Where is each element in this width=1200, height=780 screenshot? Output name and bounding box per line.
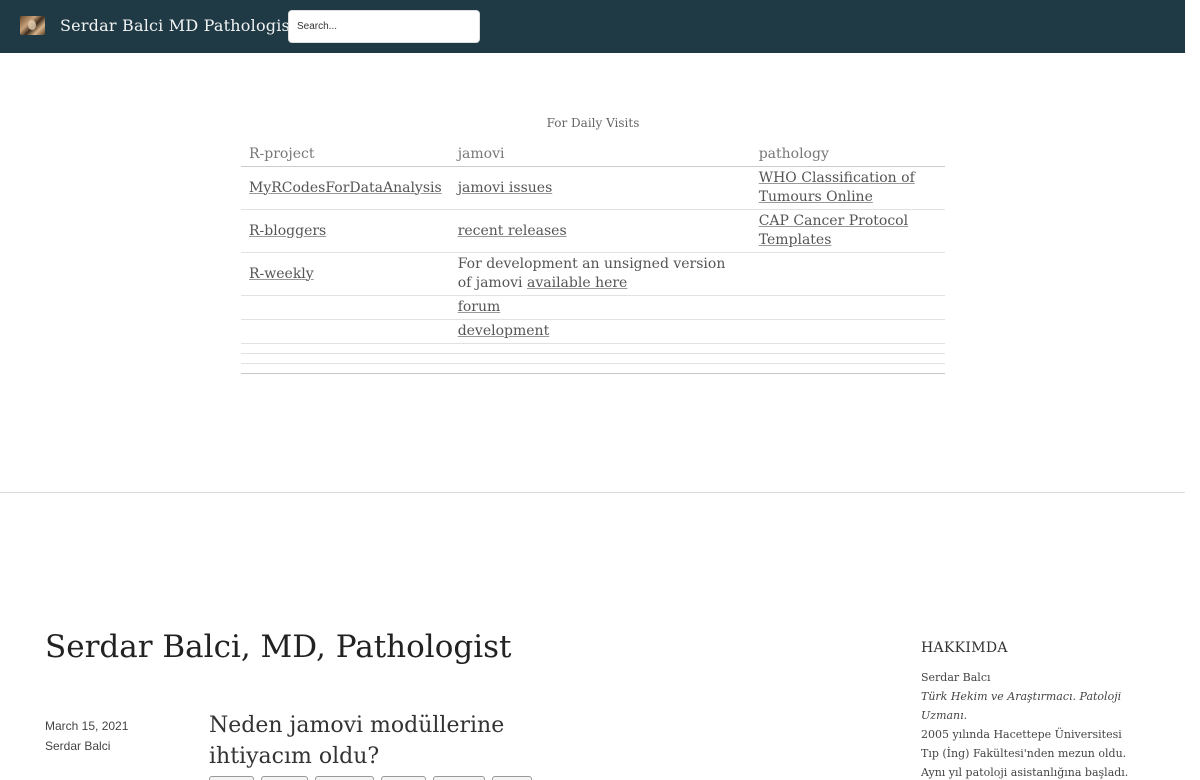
daily-visits-caption: For Daily Visits xyxy=(546,116,640,130)
post-tag[interactable] xyxy=(315,776,374,780)
post-author[interactable]: Serdar Balci xyxy=(45,739,110,753)
table-row: R-bloggers recent releases CAP Cancer Pr… xyxy=(241,209,945,253)
empty-cell xyxy=(750,295,945,320)
about-tagline: Türk Hekim ve Araştırmacı. Patoloji Uzma… xyxy=(921,690,1122,722)
site-logo-icon[interactable] xyxy=(20,16,45,35)
section-divider xyxy=(0,492,1185,493)
column-header-r-project: R-project xyxy=(241,142,450,167)
table-row: development xyxy=(241,319,945,344)
empty-cell xyxy=(750,252,945,296)
post-tag[interactable] xyxy=(261,776,308,780)
link-forum[interactable]: forum xyxy=(458,299,501,315)
link-myrcodes[interactable]: MyRCodesForDataAnalysis xyxy=(249,180,442,196)
about-heading: HAKKIMDA xyxy=(921,640,1008,656)
top-navigation-bar: Serdar Balci MD Pathologist xyxy=(0,0,1185,53)
daily-visits-table: R-project jamovi pathology MyRCodesForDa… xyxy=(241,142,945,374)
post-title-link[interactable]: Neden jamovi modüllerine ihtiyacım oldu? xyxy=(209,710,549,772)
link-r-weekly[interactable]: R-weekly xyxy=(249,266,314,282)
post-date: March 15, 2021 xyxy=(45,719,129,733)
link-recent-releases[interactable]: recent releases xyxy=(458,223,567,239)
empty-table-row xyxy=(241,343,945,354)
blog-title[interactable]: Serdar Balci, MD, Pathologist xyxy=(45,629,512,665)
post-tag[interactable] xyxy=(433,776,485,780)
site-title-link[interactable]: Serdar Balci MD Pathologist xyxy=(60,16,297,35)
table-row: forum xyxy=(241,295,945,320)
column-header-pathology: pathology xyxy=(750,142,945,167)
table-row: R-weekly For development an unsigned ver… xyxy=(241,252,945,296)
table-row: MyRCodesForDataAnalysis jamovi issues WH… xyxy=(241,166,945,210)
unsigned-version-cell: For development an unsigned version of j… xyxy=(449,252,751,296)
post-tags xyxy=(209,776,532,780)
about-section: Serdar Balcı Türk Hekim ve Araştırmacı. … xyxy=(921,668,1143,780)
link-who-classification[interactable]: WHO Classification of Tumours Online xyxy=(759,170,915,205)
post-tag[interactable] xyxy=(492,776,532,780)
empty-cell xyxy=(241,295,450,320)
empty-table-row xyxy=(241,363,945,374)
empty-table-row xyxy=(241,353,945,364)
table-header-row: R-project jamovi pathology xyxy=(241,142,945,167)
about-bio: 2005 yılında Hacettepe Üniversitesi Tıp … xyxy=(921,728,1129,779)
column-header-jamovi: jamovi xyxy=(449,142,751,167)
search-input[interactable] xyxy=(288,10,480,43)
empty-cell xyxy=(241,319,450,344)
link-available-here[interactable]: available here xyxy=(527,275,627,291)
about-name: Serdar Balcı xyxy=(921,671,991,684)
post-tag[interactable] xyxy=(209,776,254,780)
empty-cell xyxy=(750,319,945,344)
link-r-bloggers[interactable]: R-bloggers xyxy=(249,223,326,239)
link-jamovi-issues[interactable]: jamovi issues xyxy=(458,180,553,196)
post-tag[interactable] xyxy=(381,776,426,780)
link-cap-protocol[interactable]: CAP Cancer Protocol Templates xyxy=(759,213,908,248)
link-development[interactable]: development xyxy=(458,323,550,339)
